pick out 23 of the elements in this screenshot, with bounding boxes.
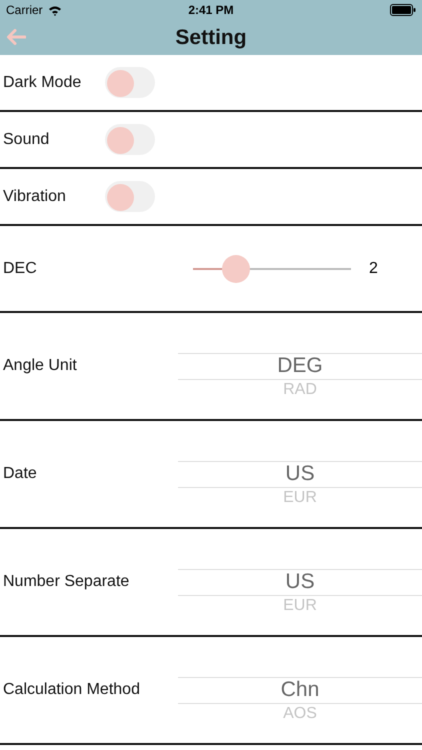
setting-label: Vibration	[2, 188, 67, 206]
battery-icon	[390, 4, 416, 16]
setting-label: DEC	[2, 260, 38, 278]
slider-thumb[interactable]	[222, 254, 250, 282]
setting-label: Dark Mode	[2, 74, 82, 92]
slider-value: 2	[369, 260, 378, 278]
toggle-switch[interactable]	[105, 124, 155, 155]
picker-option[interactable]: DEG	[277, 356, 323, 376]
setting-label: Number Separate	[2, 573, 130, 591]
status-time: 2:41 PM	[188, 3, 234, 17]
setting-label: Sound	[2, 130, 50, 148]
screen-title: Setting	[175, 26, 247, 50]
setting-label: Calculation Method	[2, 681, 140, 699]
back-arrow-icon[interactable]	[6, 29, 26, 45]
toggle-switch[interactable]	[105, 67, 155, 98]
toggle-switch[interactable]	[105, 181, 155, 212]
wifi-icon	[48, 4, 62, 16]
carrier-label: Carrier	[6, 3, 43, 17]
picker-option[interactable]: Chn	[280, 680, 320, 700]
picker-option[interactable]: US	[285, 464, 315, 484]
picker-option[interactable]: US	[285, 572, 315, 592]
setting-label: Angle Unit	[2, 357, 77, 375]
setting-label: Date	[2, 465, 37, 483]
